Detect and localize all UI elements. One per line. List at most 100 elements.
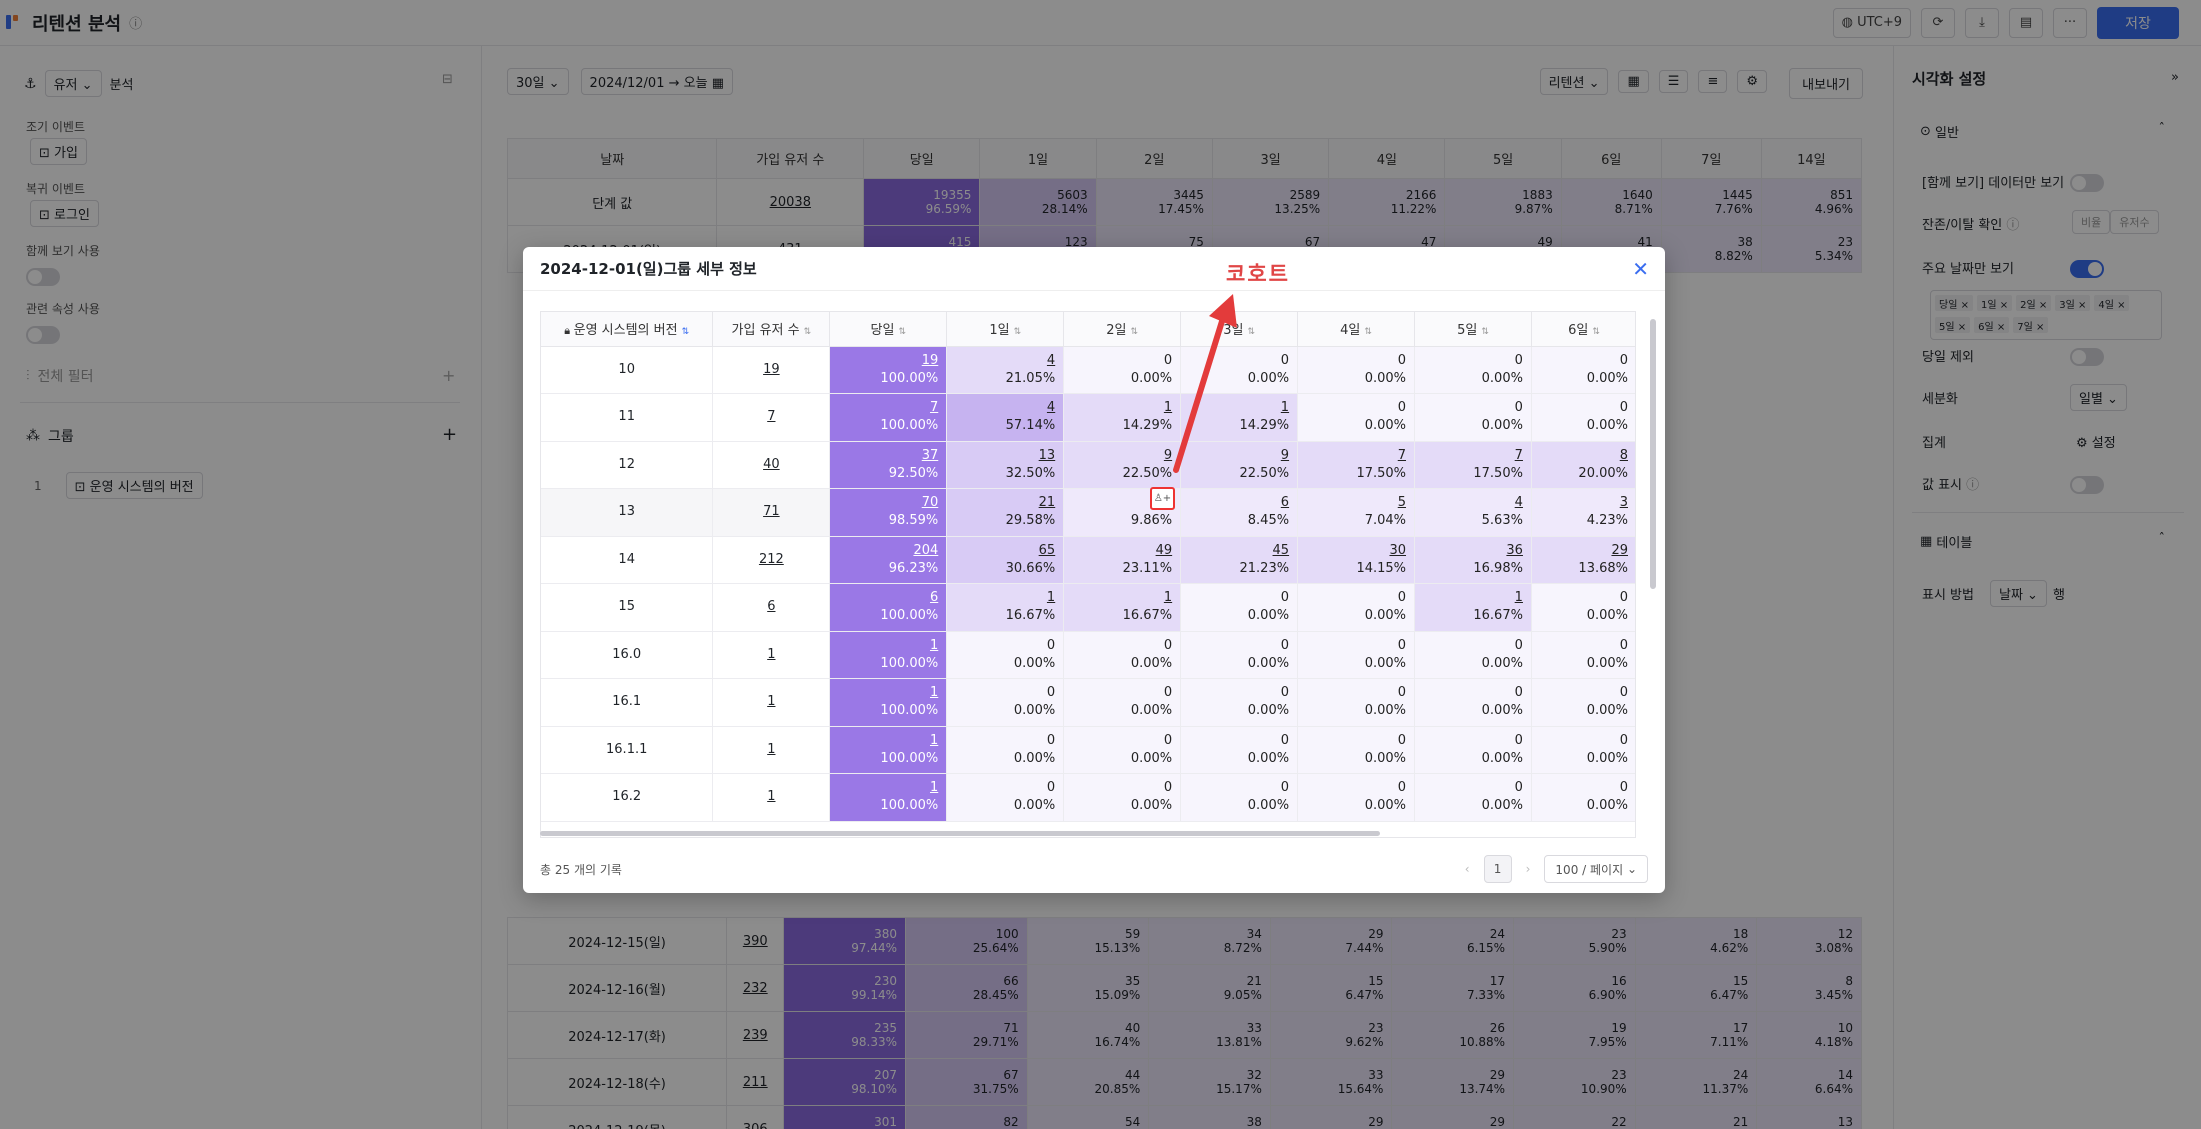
page-size-select[interactable]: 100 / 페이지 ⌄ <box>1544 855 1648 883</box>
retention-cell[interactable]: 65 30.66% <box>946 536 1065 584</box>
retained-count[interactable]: 30 <box>1298 542 1406 560</box>
sort-icon[interactable]: ⇅ <box>1481 327 1489 337</box>
signup-count-link[interactable]: 1 <box>767 789 775 804</box>
retention-cell[interactable]: 0 0.00% <box>1180 346 1299 394</box>
signup-count-link[interactable]: 1 <box>767 694 775 709</box>
signup-count-link[interactable]: 1 <box>767 742 775 757</box>
retention-cell[interactable]: 0 0.00% <box>1531 726 1635 774</box>
retained-count[interactable]: 1 <box>1064 399 1172 417</box>
sort-icon[interactable]: ⇅ <box>1131 327 1139 337</box>
retention-cell[interactable]: 0 0.00% <box>1531 773 1635 822</box>
retention-cell[interactable]: 4 5.63% <box>1414 488 1532 537</box>
retention-cell[interactable]: 6 100.00% <box>829 583 948 632</box>
retained-count[interactable]: 5 <box>1298 494 1406 512</box>
signup-count-cell[interactable]: 71 <box>712 488 831 537</box>
retained-count[interactable]: 7 <box>1415 447 1523 465</box>
retained-count[interactable]: 1 <box>947 589 1055 607</box>
column-header[interactable]: 3일 ⇅ <box>1180 312 1299 347</box>
retention-cell[interactable]: 0 0.00% <box>1063 346 1182 394</box>
retained-count[interactable]: 6 <box>1181 494 1289 512</box>
signup-count-cell[interactable]: 1 <box>712 726 831 774</box>
retention-cell[interactable]: 8 20.00% <box>1531 441 1635 489</box>
retention-cell[interactable]: 0 0.00% <box>1063 773 1182 822</box>
retention-cell[interactable]: 36 16.98% <box>1414 536 1532 584</box>
prev-page-icon[interactable]: ‹ <box>1465 862 1470 876</box>
page-number[interactable]: 1 <box>1483 855 1512 883</box>
retention-cell[interactable]: 13 32.50% <box>946 441 1065 489</box>
retained-count[interactable]: 9 <box>1181 447 1289 465</box>
signup-count-link[interactable]: 6 <box>767 599 775 614</box>
signup-count-cell[interactable]: 40 <box>712 441 831 489</box>
retention-cell[interactable]: 19 100.00% <box>829 346 948 394</box>
column-header[interactable]: 4일 ⇅ <box>1297 312 1416 347</box>
retention-cell[interactable]: 0 0.00% <box>1414 773 1532 822</box>
retained-count[interactable]: 65 <box>947 542 1056 560</box>
retention-cell[interactable]: 0 0.00% <box>1414 726 1532 774</box>
signup-count-link[interactable]: 19 <box>763 362 780 377</box>
retention-cell[interactable]: 3 4.23% <box>1531 488 1635 537</box>
retention-cell[interactable]: 0 0.00% <box>1297 678 1416 727</box>
retention-cell[interactable]: 0 0.00% <box>1297 393 1416 442</box>
retention-cell[interactable]: 1 16.67% <box>1063 583 1182 632</box>
retention-cell[interactable]: 0 0.00% <box>1531 393 1635 442</box>
column-header[interactable]: 가입 유저 수 ⇅ <box>712 312 831 347</box>
retention-cell[interactable]: 0 0.00% <box>1414 393 1532 442</box>
retained-count[interactable]: 1 <box>830 637 938 655</box>
retained-count[interactable]: 45 <box>1181 542 1290 560</box>
retention-cell[interactable]: 29 13.68% <box>1531 536 1635 584</box>
retention-cell[interactable]: 7 17.50% <box>1414 441 1532 489</box>
retained-count[interactable]: 19 <box>830 352 939 370</box>
retention-cell[interactable]: 0 0.00% <box>1180 678 1299 727</box>
signup-count-link[interactable]: 7 <box>767 409 775 424</box>
retained-count[interactable]: 1 <box>1181 399 1289 417</box>
retention-cell[interactable]: 0 0.00% <box>1180 726 1299 774</box>
sort-icon[interactable]: ⇅ <box>1364 327 1372 337</box>
retention-cell[interactable]: 0 0.00% <box>1297 631 1416 679</box>
column-header[interactable]: 2일 ⇅ <box>1063 312 1182 347</box>
retained-count[interactable]: 21 <box>947 494 1056 512</box>
retained-count[interactable]: 6 <box>830 589 938 607</box>
column-header[interactable]: 당일 ⇅ <box>829 312 948 347</box>
retention-cell[interactable]: 1 100.00% <box>829 678 948 727</box>
retention-cell[interactable]: 0 0.00% <box>1297 726 1416 774</box>
signup-count-link[interactable]: 71 <box>763 504 780 519</box>
signup-count-cell[interactable]: 1 <box>712 631 831 679</box>
retention-cell[interactable]: 0 0.00% <box>946 773 1065 822</box>
retained-count[interactable]: 3 <box>1532 494 1628 512</box>
retention-cell[interactable]: 0 0.00% <box>1063 678 1182 727</box>
retention-cell[interactable]: 0 0.00% <box>1297 773 1416 822</box>
retention-cell[interactable]: 0 0.00% <box>946 678 1065 727</box>
horizontal-scrollbar[interactable] <box>540 831 1380 836</box>
close-icon[interactable]: ✕ <box>1632 257 1649 281</box>
retained-count[interactable]: 36 <box>1415 542 1523 560</box>
retention-cell[interactable]: 0 0.00% <box>1531 631 1635 679</box>
retention-cell[interactable]: 1 100.00% <box>829 726 948 774</box>
retention-cell[interactable]: 204 96.23% <box>829 536 948 584</box>
retained-count[interactable]: 8 <box>1532 447 1628 465</box>
sort-icon[interactable]: ⇅ <box>1014 327 1022 337</box>
retention-cell[interactable]: 45 21.23% <box>1180 536 1299 584</box>
signup-count-cell[interactable]: 1 <box>712 773 831 822</box>
retention-cell[interactable]: 0 0.00% <box>1297 583 1416 632</box>
retention-cell[interactable]: 0 0.00% <box>1531 583 1635 632</box>
sort-icon[interactable]: ⇅ <box>804 327 812 337</box>
retention-cell[interactable]: 7 17.50% <box>1297 441 1416 489</box>
retained-count[interactable]: 1 <box>830 684 938 702</box>
retention-cell[interactable]: 1 16.67% <box>1414 583 1532 632</box>
retention-cell[interactable]: 0 0.00% <box>1531 346 1635 394</box>
retention-cell[interactable]: 37 92.50% <box>829 441 948 489</box>
retention-cell[interactable]: 4 21.05% <box>946 346 1065 394</box>
retained-count[interactable]: 1 <box>1064 589 1172 607</box>
signup-count-cell[interactable]: 212 <box>712 536 831 584</box>
retention-cell[interactable]: 4 57.14% <box>946 393 1065 442</box>
vertical-scrollbar[interactable] <box>1650 319 1656 589</box>
retention-cell[interactable]: 30 14.15% <box>1297 536 1416 584</box>
retained-count[interactable]: 4 <box>947 399 1055 417</box>
retention-cell[interactable]: 0 0.00% <box>946 726 1065 774</box>
signup-count-cell[interactable]: 1 <box>712 678 831 727</box>
sort-icon[interactable]: ⇅ <box>1247 327 1255 337</box>
retention-cell[interactable]: 0 0.00% <box>1063 726 1182 774</box>
column-header[interactable]: 5일 ⇅ <box>1414 312 1532 347</box>
retained-count[interactable]: 1 <box>830 779 938 797</box>
signup-count-cell[interactable]: 7 <box>712 393 831 442</box>
